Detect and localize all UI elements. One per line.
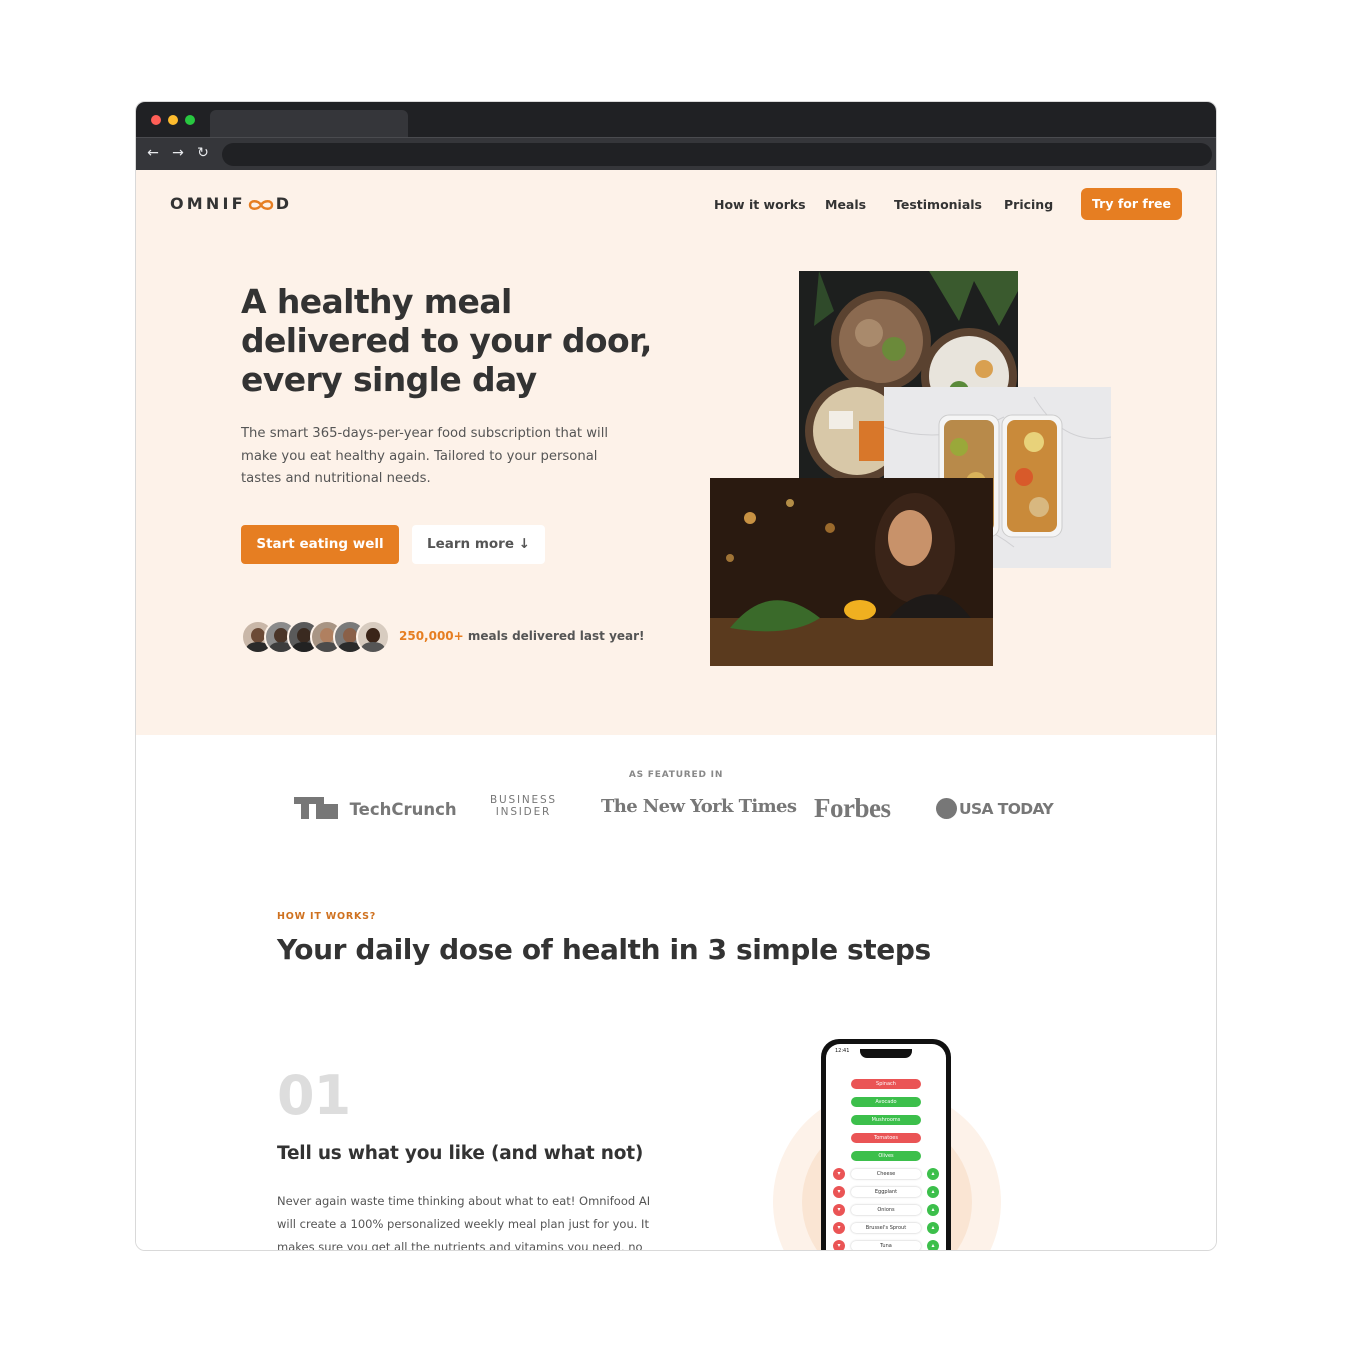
meals-delivered-text: 250,000+ meals delivered last year! (399, 629, 645, 643)
business-insider-logo: BUSINESS INSIDER (490, 794, 557, 818)
food-row-cheese: ▾ Cheese ▴ (833, 1168, 939, 1180)
food-pill-mushrooms[interactable]: Mushrooms (851, 1115, 921, 1125)
customer-avatars (241, 620, 391, 654)
thumbs-up-icon[interactable]: ▴ (927, 1240, 939, 1250)
business-insider-logo-line1: BUSINESS (490, 794, 557, 806)
avatar (356, 620, 390, 654)
featured-label: AS FEATURED IN (628, 770, 724, 780)
browser-tab[interactable] (210, 110, 408, 137)
step-description: Never again waste time thinking about wh… (277, 1194, 651, 1250)
techcrunch-tc-icon (294, 797, 338, 819)
food-row-label: Tuna (851, 1241, 921, 1250)
food-row-label: Eggplant (851, 1187, 921, 1197)
food-row-label: Cheese (851, 1169, 921, 1179)
minimize-window-dot[interactable] (168, 115, 178, 125)
hero-section: OMNIF D How it works Meals Testimonials P… (136, 170, 1216, 735)
omnifood-logo[interactable]: OMNIF D (170, 194, 292, 213)
logo-text-left: OMNIF (170, 194, 246, 213)
nav-how-it-works[interactable]: How it works (714, 197, 806, 212)
techcrunch-logo-text: TechCrunch (349, 800, 457, 819)
food-row-label: Onions (851, 1205, 921, 1215)
usa-today-logo-text: USA TODAY (959, 800, 1054, 818)
browser-toolbar: ← → ↻ (136, 137, 1216, 171)
food-row-eggplant: ▾ Eggplant ▴ (833, 1186, 939, 1198)
back-arrow-icon[interactable]: ← (144, 144, 162, 162)
food-row-label: Brussel's Sprout (851, 1223, 921, 1233)
forbes-logo: Forbes (814, 793, 891, 823)
food-row-tuna: ▾ Tuna ▴ (833, 1240, 939, 1250)
thumbs-down-icon[interactable]: ▾ (833, 1168, 845, 1180)
browser-chrome: ← → ↻ (136, 102, 1216, 171)
thumbs-up-icon[interactable]: ▴ (927, 1204, 939, 1216)
start-eating-well-button[interactable]: Start eating well (241, 525, 399, 564)
logo-text-right: D (275, 194, 293, 213)
page-content: OMNIF D How it works Meals Testimonials P… (136, 170, 1216, 1250)
techcrunch-logo: TechCrunch (294, 797, 457, 819)
phone-screen: 12:41 Spinach Avocado Mushrooms Tomatoes… (826, 1044, 946, 1250)
browser-window: ← → ↻ OMNIF D How it works Meals Testimon… (135, 101, 1217, 1251)
step-title: Tell us what you like (and what not) (277, 1143, 644, 1164)
usa-today-circle-icon (936, 798, 957, 819)
thumbs-up-icon[interactable]: ▴ (927, 1168, 939, 1180)
try-for-free-button[interactable]: Try for free (1081, 188, 1182, 220)
thumbs-down-icon[interactable]: ▾ (833, 1204, 845, 1216)
meals-delivered-count: 250,000+ (399, 629, 464, 643)
step-number: 01 (277, 1064, 351, 1127)
meals-delivered-label: meals delivered last year! (463, 629, 645, 643)
how-it-works-title: Your daily dose of health in 3 simple st… (277, 933, 931, 966)
close-window-dot[interactable] (151, 115, 161, 125)
thumbs-down-icon[interactable]: ▾ (833, 1186, 845, 1198)
maximize-window-dot[interactable] (185, 115, 195, 125)
phone-status-time: 12:41 (835, 1048, 850, 1054)
thumbs-up-icon[interactable]: ▴ (927, 1222, 939, 1234)
food-row-onions: ▾ Onions ▴ (833, 1204, 939, 1216)
reload-icon[interactable]: ↻ (194, 144, 212, 162)
learn-more-button[interactable]: Learn more ↓ (412, 525, 545, 564)
nav-pricing[interactable]: Pricing (1004, 197, 1053, 212)
food-pill-spinach[interactable]: Spinach (851, 1079, 921, 1089)
business-insider-logo-line2: INSIDER (495, 806, 552, 818)
featured-logos: TechCrunch BUSINESS INSIDER The New York… (294, 793, 1064, 825)
hero-woman-eating-image (710, 478, 993, 666)
thumbs-up-icon[interactable]: ▴ (927, 1186, 939, 1198)
hero-title: A healthy meal delivered to your door, e… (241, 282, 652, 399)
nytimes-logo: The New York Times (601, 796, 797, 817)
address-bar[interactable] (222, 143, 1212, 166)
infinity-logo-icon (248, 200, 273, 210)
phone-notch (860, 1049, 912, 1058)
thumbs-down-icon[interactable]: ▾ (833, 1240, 845, 1250)
thumbs-down-icon[interactable]: ▾ (833, 1222, 845, 1234)
nav-meals[interactable]: Meals (825, 197, 866, 212)
food-row-brussels-sprout: ▾ Brussel's Sprout ▴ (833, 1222, 939, 1234)
how-it-works-tag: HOW IT WORKS? (277, 911, 377, 922)
food-pill-avocado[interactable]: Avocado (851, 1097, 921, 1107)
food-pill-tomatoes[interactable]: Tomatoes (851, 1133, 921, 1143)
usa-today-logo: USA TODAY (936, 798, 1054, 819)
app-phone-mockup: 12:41 Spinach Avocado Mushrooms Tomatoes… (821, 1039, 951, 1250)
food-pill-olives[interactable]: Olives (851, 1151, 921, 1161)
forward-arrow-icon[interactable]: → (169, 144, 187, 162)
hero-description: The smart 365-days-per-year food subscri… (241, 426, 609, 486)
nav-testimonials[interactable]: Testimonials (894, 197, 982, 212)
